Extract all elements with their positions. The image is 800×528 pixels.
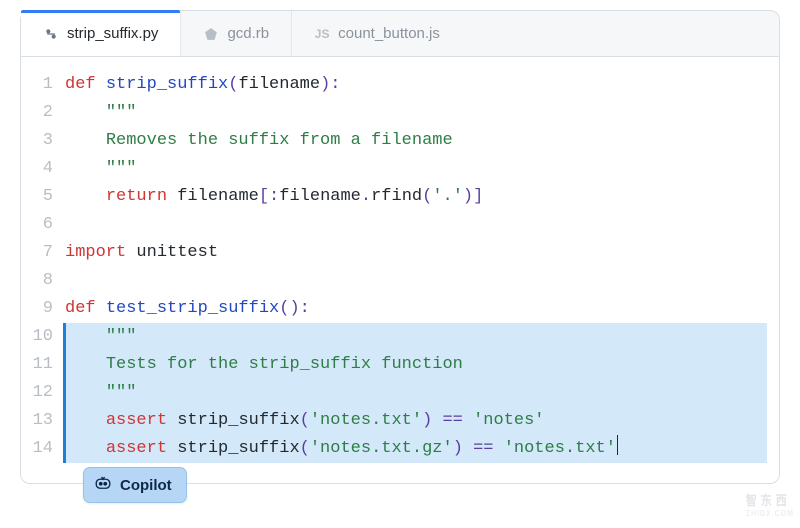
line-number: 13 [21, 407, 53, 435]
code-line[interactable] [65, 267, 767, 295]
copilot-label: Copilot [120, 477, 172, 494]
code-line[interactable] [65, 211, 767, 239]
tab-gcd-rb[interactable]: gcd.rb [181, 11, 292, 56]
line-number: 4 [21, 155, 53, 183]
line-number: 8 [21, 267, 53, 295]
code-line[interactable]: """ [65, 99, 767, 127]
line-number: 6 [21, 211, 53, 239]
code-line[interactable]: """ [65, 323, 767, 351]
line-number: 12 [21, 379, 53, 407]
line-number: 9 [21, 295, 53, 323]
copilot-badge[interactable]: Copilot [83, 467, 187, 503]
tab-label: gcd.rb [227, 25, 269, 42]
code-line[interactable]: assert strip_suffix('notes.txt.gz') == '… [65, 435, 767, 463]
code-line[interactable]: return filename[:filename.rfind('.')] [65, 183, 767, 211]
code-line[interactable]: import unittest [65, 239, 767, 267]
line-number: 2 [21, 99, 53, 127]
code-editor[interactable]: 1234567891011121314 def strip_suffix(fil… [21, 57, 779, 483]
tab-label: strip_suffix.py [67, 25, 158, 42]
editor-window: strip_suffix.py gcd.rb JS count_button.j… [20, 10, 780, 484]
copilot-icon [94, 474, 112, 496]
python-icon [43, 26, 59, 42]
tab-bar: strip_suffix.py gcd.rb JS count_button.j… [21, 11, 779, 57]
line-number: 14 [21, 435, 53, 463]
code-content[interactable]: def strip_suffix(filename): """ Removes … [65, 71, 779, 463]
line-number: 7 [21, 239, 53, 267]
line-number: 5 [21, 183, 53, 211]
code-line[interactable]: Tests for the strip_suffix function [65, 351, 767, 379]
js-icon: JS [314, 26, 330, 42]
line-number: 11 [21, 351, 53, 379]
line-number: 3 [21, 127, 53, 155]
tab-strip-suffix[interactable]: strip_suffix.py [21, 11, 181, 56]
text-cursor [617, 435, 618, 455]
line-number-gutter: 1234567891011121314 [21, 71, 65, 463]
tab-label: count_button.js [338, 25, 440, 42]
line-number: 1 [21, 71, 53, 99]
code-line[interactable]: def strip_suffix(filename): [65, 71, 767, 99]
watermark: 智东西 ZHIDX.COM [746, 491, 794, 519]
line-number: 10 [21, 323, 53, 351]
code-line[interactable]: """ [65, 379, 767, 407]
ruby-icon [203, 26, 219, 42]
code-line[interactable]: """ [65, 155, 767, 183]
tab-count-button-js[interactable]: JS count_button.js [292, 11, 462, 56]
code-line[interactable]: assert strip_suffix('notes.txt') == 'not… [65, 407, 767, 435]
code-line[interactable]: Removes the suffix from a filename [65, 127, 767, 155]
code-line[interactable]: def test_strip_suffix(): [65, 295, 767, 323]
